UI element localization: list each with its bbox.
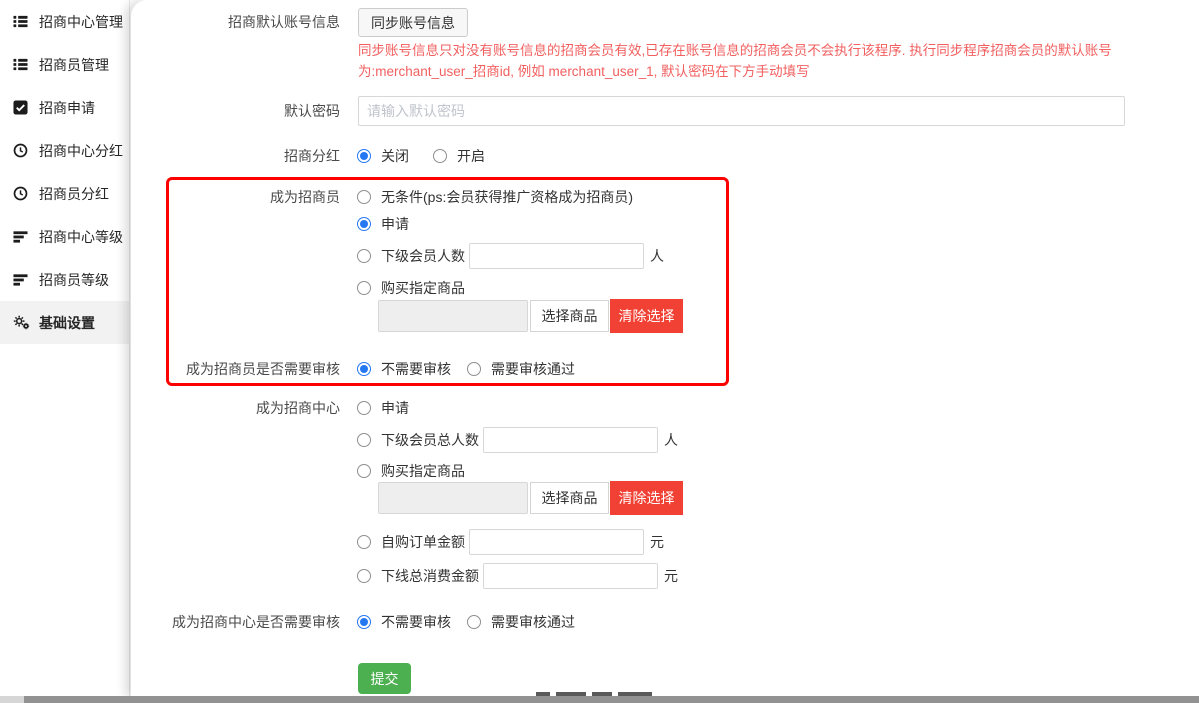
center-select-product-button[interactable]: 选择商品 [530,482,609,514]
sidebar: 招商中心管理 招商员管理 招商申请 招商中心分红 招商员分红 [0,0,130,696]
dividend-radio-group: 关闭 开启 [357,146,485,166]
sidebar-item-label: 招商中心管理 [39,12,123,32]
agent-clear-selection-button[interactable]: 清除选择 [610,299,683,333]
radio-agent-need-review[interactable] [467,362,481,376]
sidebar-item-label: 招商员管理 [39,55,109,75]
sidebar-item-label: 招商中心分红 [39,141,123,161]
center-product-picker: 选择商品 清除选择 [378,481,683,515]
sidebar-item-label: 招商申请 [39,98,95,118]
radio-label[interactable]: 需要审核通过 [491,359,575,379]
settings-form: 招商默认账号信息 同步账号信息 同步账号信息只对没有账号信息的招商会员有效,已存… [131,0,1199,697]
center-option-purchase-product[interactable]: 购买指定商品 [357,461,465,481]
agent-option-unconditional[interactable]: 无条件(ps:会员获得推广资格成为招商员) [357,187,633,207]
center-option-downline-total[interactable]: 下线总消费金额 元 [357,563,678,589]
agent-product-picker: 选择商品 清除选择 [378,299,683,333]
center-clear-selection-button[interactable]: 清除选择 [610,481,683,515]
radio-label: 购买指定商品 [381,278,465,298]
agent-option-purchase-product[interactable]: 购买指定商品 [357,278,465,298]
radio-label: 自购订单金额 [381,532,465,552]
sidebar-item-label: 招商中心等级 [39,227,123,247]
sidebar-item-basic-settings[interactable]: 基础设置 [0,301,129,344]
horizontal-scrollbar-thumb[interactable] [24,696,1199,703]
center-option-self-order-amount[interactable]: 自购订单金额 元 [357,529,664,555]
sync-help-text: 同步账号信息只对没有账号信息的招商会员有效,已存在账号信息的招商会员不会执行该程… [358,41,1156,82]
app-window: 招商中心管理 招商员管理 招商申请 招商中心分红 招商员分红 [0,0,1199,703]
sidebar-item-center-level[interactable]: 招商中心等级 [0,215,129,258]
agent-selected-product-field[interactable] [378,300,528,332]
radio-purchase-product[interactable] [357,281,371,295]
become-agent-label: 成为招商员 [131,187,340,207]
list-icon [13,14,32,29]
clock-icon [13,186,32,201]
list-icon [13,57,32,72]
center-option-apply[interactable]: 申请 [357,398,409,418]
default-password-input[interactable] [358,96,1125,126]
downline-total-input[interactable] [483,563,658,589]
horizontal-scrollbar[interactable] [0,696,1199,703]
radio-center-no-review[interactable] [357,615,371,629]
center-option-total-subordinate[interactable]: 下级会员总人数 人 [357,427,678,453]
submit-button[interactable]: 提交 [358,663,411,694]
sidebar-item-center-dividend[interactable]: 招商中心分红 [0,129,129,172]
become-center-label: 成为招商中心 [131,398,340,418]
radio-label: 申请 [381,398,409,418]
dividend-label: 招商分红 [131,146,340,166]
clock-icon [13,143,32,158]
radio-downline-total[interactable] [357,569,371,583]
radio-subordinate-count[interactable] [357,249,371,263]
radio-label[interactable]: 关闭 [381,146,409,166]
bars-icon [13,272,32,287]
agent-select-product-button[interactable]: 选择商品 [530,300,609,332]
default-password-label: 默认密码 [131,101,340,121]
radio-dividend-off[interactable] [357,149,371,163]
radio-unconditional[interactable] [357,190,371,204]
sidebar-item-merchant-center-management[interactable]: 招商中心管理 [0,0,129,43]
unit-label: 元 [664,566,678,586]
unit-label: 人 [664,430,678,450]
radio-center-apply[interactable] [357,401,371,415]
radio-dividend-on[interactable] [433,149,447,163]
agent-option-apply[interactable]: 申请 [357,214,409,234]
total-subordinate-input[interactable] [483,427,658,453]
radio-agent-no-review[interactable] [357,362,371,376]
radio-center-purchase[interactable] [357,464,371,478]
agent-review-label: 成为招商员是否需要审核 [131,359,340,379]
unit-label: 人 [650,246,664,266]
center-review-label: 成为招商中心是否需要审核 [131,612,340,632]
center-selected-product-field[interactable] [378,482,528,514]
radio-apply[interactable] [357,217,371,231]
sync-account-button[interactable]: 同步账号信息 [358,8,468,37]
radio-label[interactable]: 开启 [457,146,485,166]
center-review-radio-group: 不需要审核 需要审核通过 [357,612,575,632]
radio-center-need-review[interactable] [467,615,481,629]
radio-label[interactable]: 不需要审核 [381,612,451,632]
radio-total-subordinate[interactable] [357,433,371,447]
sidebar-item-label: 基础设置 [39,313,95,333]
unit-label: 元 [650,532,664,552]
sidebar-item-staff-dividend[interactable]: 招商员分红 [0,172,129,215]
radio-label[interactable]: 需要审核通过 [491,612,575,632]
agent-review-radio-group: 不需要审核 需要审核通过 [357,359,575,379]
subordinate-count-input[interactable] [469,243,644,269]
agent-option-subordinate-count[interactable]: 下级会员人数 人 [357,243,664,269]
radio-self-order-amount[interactable] [357,535,371,549]
account-info-label: 招商默认账号信息 [131,12,340,32]
self-order-amount-input[interactable] [469,529,644,555]
sidebar-item-merchant-staff-management[interactable]: 招商员管理 [0,43,129,86]
sidebar-item-merchant-application[interactable]: 招商申请 [0,86,129,129]
radio-label: 下线总消费金额 [381,566,479,586]
cogs-icon [13,315,32,330]
sidebar-item-staff-level[interactable]: 招商员等级 [0,258,129,301]
sidebar-item-label: 招商员等级 [39,270,109,290]
radio-label: 无条件(ps:会员获得推广资格成为招商员) [381,187,633,207]
radio-label: 购买指定商品 [381,461,465,481]
radio-label: 下级会员总人数 [381,430,479,450]
radio-label: 申请 [381,214,409,234]
sidebar-item-label: 招商员分红 [39,184,109,204]
bars-icon [13,229,32,244]
check-square-icon [13,100,32,115]
radio-label: 下级会员人数 [381,246,465,266]
radio-label[interactable]: 不需要审核 [381,359,451,379]
